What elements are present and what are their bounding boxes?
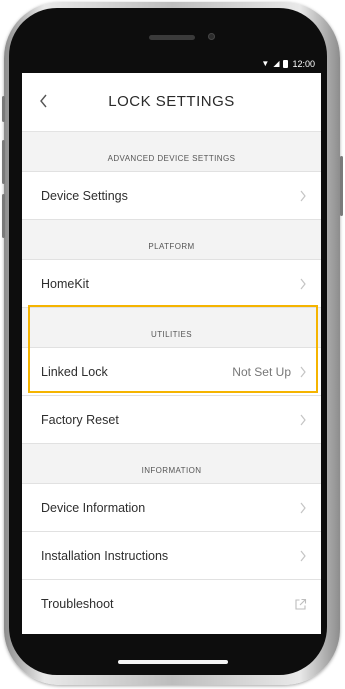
row-device-settings[interactable]: Device Settings [22,172,321,220]
row-factory-reset[interactable]: Factory Reset [22,396,321,444]
section-header-information: INFORMATION [22,444,321,484]
external-link-icon [295,598,307,610]
row-value: Not Set Up [232,364,291,379]
settings-list: ADVANCED DEVICE SETTINGS Device Settings… [22,132,321,628]
row-label: HomeKit [41,276,89,291]
row-label: Linked Lock [41,364,108,379]
chevron-right-icon [300,366,306,377]
canvas: ▼ ◢ 12:00 LOCK SETTINGS ADVANCED DEVICE … [0,0,345,689]
side-button [340,156,343,216]
row-label: Installation Instructions [41,548,169,563]
row-device-information[interactable]: Device Information [22,484,321,532]
front-camera [208,33,215,40]
chevron-right-icon [300,414,306,425]
section-header-utilities: UTILITIES [22,308,321,348]
status-time: 12:00 [292,59,315,69]
row-linked-lock[interactable]: Linked Lock Not Set Up [22,348,321,396]
section-header-platform: PLATFORM [22,220,321,260]
row-label: Factory Reset [41,412,119,427]
signal-icon: ◢ [273,59,280,68]
chevron-right-icon [300,278,306,289]
row-label: Device Settings [41,188,128,203]
row-homekit[interactable]: HomeKit [22,260,321,308]
speaker-grille [149,35,195,40]
wifi-icon: ▼ [261,59,270,68]
status-bar: ▼ ◢ 12:00 [22,56,321,73]
side-button [2,194,5,238]
chevron-right-icon [300,550,306,561]
app-header: LOCK SETTINGS [22,73,321,132]
side-button [2,140,5,184]
chevron-right-icon [300,502,306,513]
side-button [2,96,5,122]
home-indicator[interactable] [118,660,228,664]
section-header-advanced: ADVANCED DEVICE SETTINGS [22,132,321,172]
row-installation-instructions[interactable]: Installation Instructions [22,532,321,580]
row-label: Device Information [41,500,146,515]
row-label: Troubleshoot [41,597,114,611]
chevron-right-icon [300,190,306,201]
page-title: LOCK SETTINGS [108,93,235,110]
row-troubleshoot[interactable]: Troubleshoot [22,580,321,628]
status-icons: ▼ ◢ 12:00 [261,59,315,69]
battery-icon [283,60,289,68]
